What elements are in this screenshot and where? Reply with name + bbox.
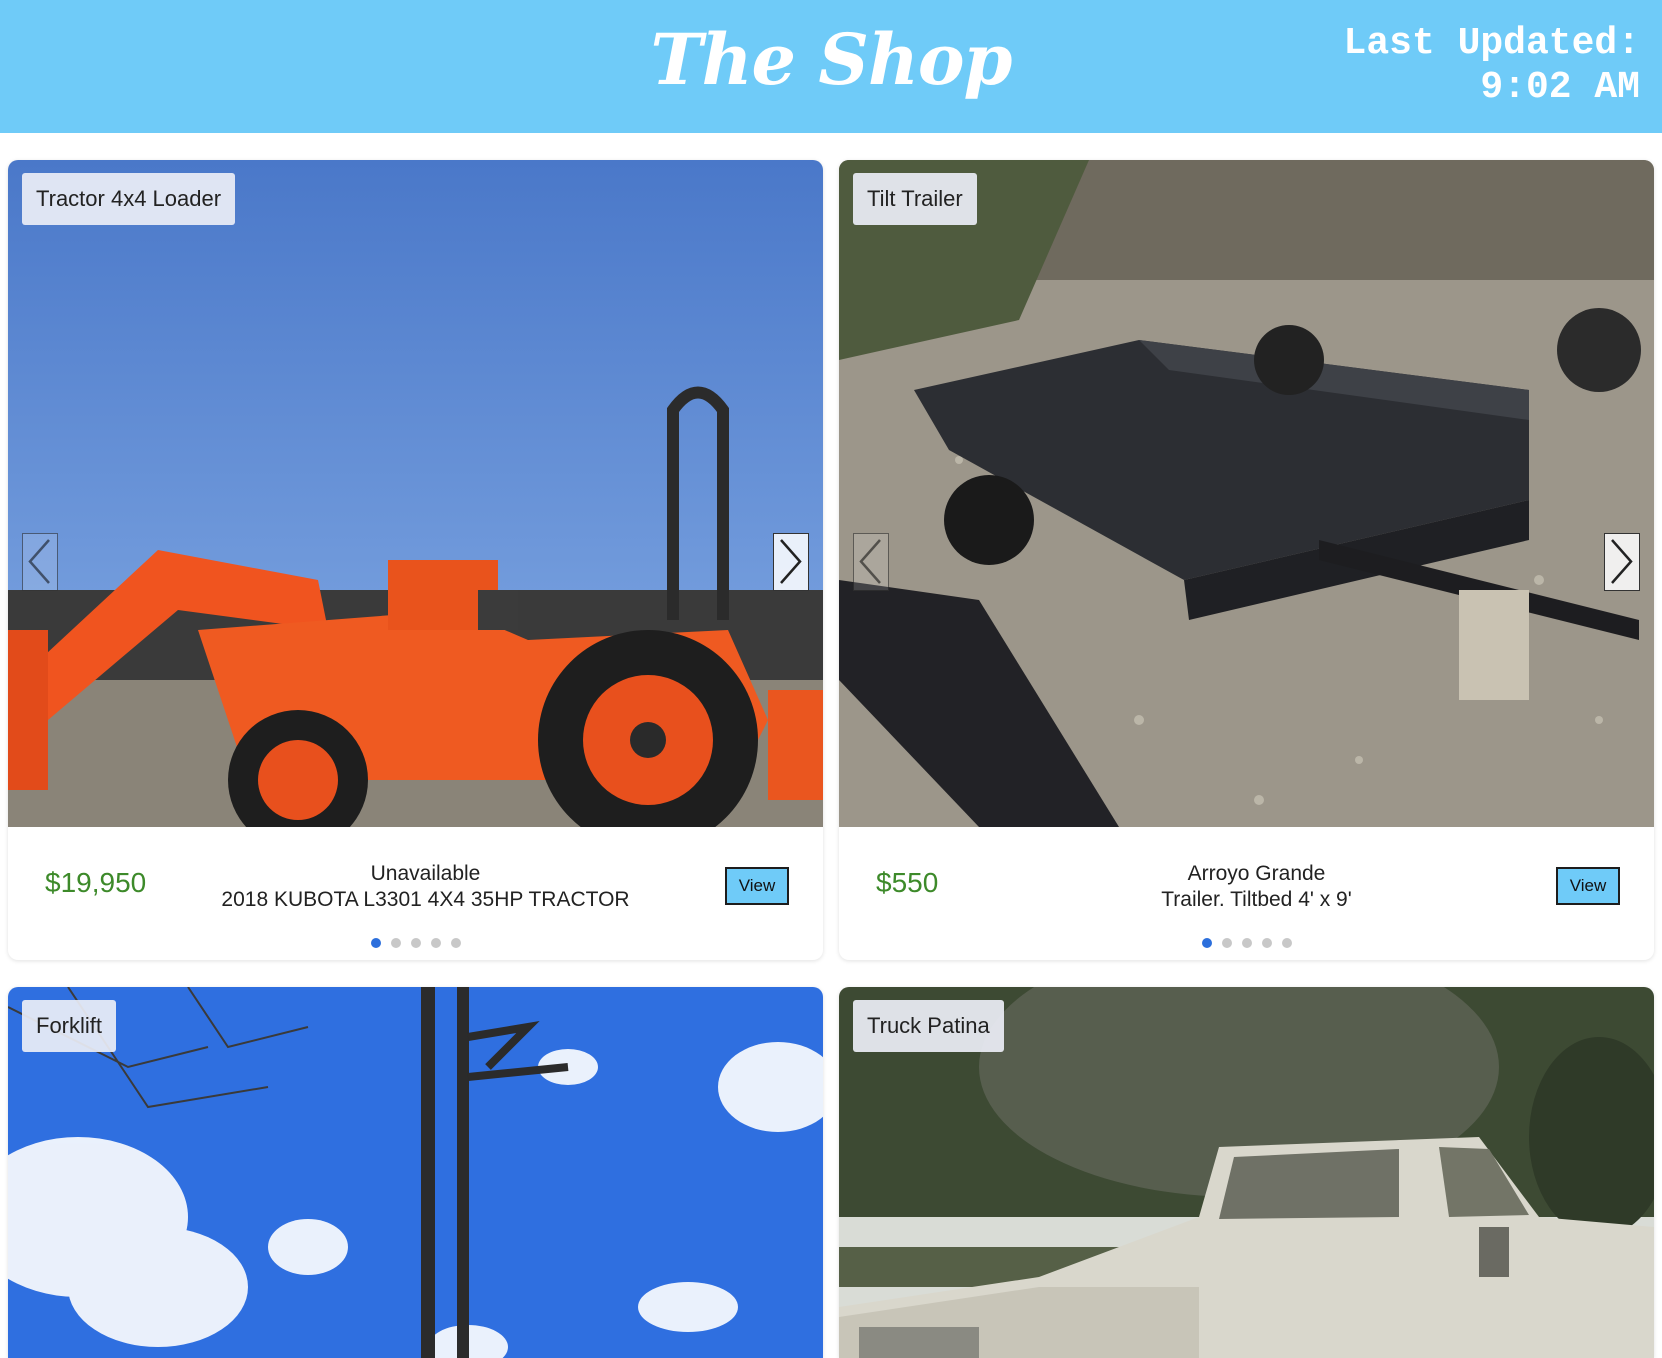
- listing-info: $550 Arroyo Grande Trailer. Tiltbed 4' x…: [839, 827, 1654, 960]
- listing-info: $19,950 Unavailable 2018 KUBOTA L3301 4X…: [8, 827, 823, 960]
- carousel-dot-icon[interactable]: [1221, 938, 1232, 948]
- listing-location: Unavailable: [370, 862, 481, 885]
- last-updated-time: 9:02 AM: [1480, 66, 1640, 109]
- listing-photo-forklift[interactable]: Forklift: [8, 987, 823, 1358]
- carousel-dot-icon[interactable]: [410, 938, 421, 948]
- carousel-dot-icon[interactable]: [1261, 938, 1272, 948]
- carousel-dot-icon[interactable]: [370, 938, 381, 948]
- listing-price: $550: [876, 867, 939, 898]
- carousel-dots: [8, 933, 823, 952]
- listing-photo-tractor[interactable]: Tractor 4x4 Loader: [8, 160, 823, 827]
- listing-photo-truck[interactable]: Truck Patina: [839, 987, 1654, 1358]
- chevron-right-icon[interactable]: [1604, 533, 1640, 591]
- carousel-dot-icon[interactable]: [430, 938, 441, 948]
- listing-photo-trailer[interactable]: Tilt Trailer: [839, 160, 1654, 827]
- chevron-left-icon[interactable]: [22, 533, 58, 591]
- chevron-left-icon[interactable]: [853, 533, 889, 591]
- listing-title: Trailer. Tiltbed 4' x 9': [1161, 888, 1352, 911]
- chevron-right-icon[interactable]: [773, 533, 809, 591]
- listing-tag: Forklift: [22, 1000, 116, 1052]
- carousel-dot-icon[interactable]: [1281, 938, 1292, 948]
- carousel-dot-icon[interactable]: [1241, 938, 1252, 948]
- listing-title: 2018 KUBOTA L3301 4X4 35HP TRACTOR: [221, 888, 630, 911]
- listing-description: Arroyo Grande Trailer. Tiltbed 4' x 9': [1009, 861, 1504, 913]
- listing-location: Arroyo Grande: [1187, 862, 1326, 885]
- last-updated-label: Last Updated:: [1343, 22, 1640, 65]
- carousel-dot-icon[interactable]: [1201, 938, 1212, 948]
- view-button[interactable]: View: [1556, 867, 1620, 905]
- listing-tag: Tilt Trailer: [853, 173, 977, 225]
- listing-description: Unavailable 2018 KUBOTA L3301 4X4 35HP T…: [178, 861, 673, 913]
- site-header: The Shop Last Updated: 9:02 AM: [0, 0, 1662, 133]
- carousel-dot-icon[interactable]: [450, 938, 461, 948]
- listing-card: Tractor 4x4 Loader $19,950 Unavailable 2…: [8, 160, 823, 960]
- last-updated: Last Updated: 9:02 AM: [1344, 22, 1640, 110]
- carousel-dot-icon[interactable]: [390, 938, 401, 948]
- listing-card: Forklift: [8, 987, 823, 1358]
- listing-tag: Tractor 4x4 Loader: [22, 173, 236, 225]
- listing-price: $19,950: [45, 867, 147, 898]
- view-button[interactable]: View: [725, 867, 789, 905]
- carousel-dots: [839, 933, 1654, 952]
- listing-tag: Truck Patina: [853, 1000, 1004, 1052]
- listing-card: Tilt Trailer $550 Arroyo Grande Trailer.…: [839, 160, 1654, 960]
- listing-card: Truck Patina: [839, 987, 1654, 1358]
